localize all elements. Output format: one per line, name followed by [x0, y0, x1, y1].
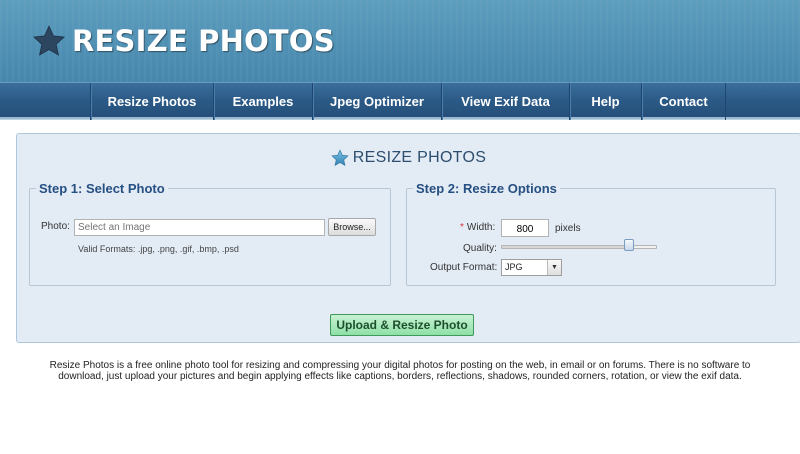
- nav-item-jpeg-optimizer[interactable]: Jpeg Optimizer: [312, 83, 441, 120]
- output-format-label: Output Format:: [430, 262, 498, 273]
- nav-item-resize-photos[interactable]: Resize Photos: [90, 83, 213, 120]
- output-format-value: JPG: [505, 262, 523, 272]
- upload-resize-button[interactable]: Upload & Resize Photo: [330, 314, 474, 336]
- step2-legend: Step 2: Resize Options: [416, 181, 557, 196]
- step1-fieldset: Step 1: Select Photo Photo: Browse... Va…: [29, 181, 391, 286]
- nav-item-contact[interactable]: Contact: [641, 83, 726, 120]
- star-icon: [32, 25, 66, 56]
- main-nav: Resize Photos Examples Jpeg Optimizer Vi…: [0, 82, 800, 120]
- step1-legend: Step 1: Select Photo: [39, 181, 165, 196]
- panel-title: RESIZE PHOTOS: [17, 149, 800, 167]
- browse-button[interactable]: Browse...: [328, 218, 376, 236]
- quality-slider-fill: [502, 246, 629, 248]
- output-format-select[interactable]: JPG ▼: [501, 259, 562, 276]
- site-logo[interactable]: RESIZE PHOTOS: [32, 21, 335, 61]
- width-label-wrap: * Width:: [460, 222, 495, 233]
- required-marker: *: [460, 222, 464, 233]
- logo-text: RESIZE PHOTOS: [72, 24, 335, 58]
- nav-item-view-exif-data[interactable]: View Exif Data: [441, 83, 569, 120]
- width-label: Width:: [466, 222, 496, 233]
- site-description: Resize Photos is a free online photo too…: [49, 360, 751, 382]
- site-header: RESIZE PHOTOS Resize Photos Examples Jpe…: [0, 0, 800, 120]
- nav-item-help[interactable]: Help: [569, 83, 641, 120]
- panel-title-text: RESIZE PHOTOS: [352, 149, 487, 166]
- resize-panel: RESIZE PHOTOS Step 1: Select Photo Photo…: [16, 133, 800, 343]
- nav-item-examples[interactable]: Examples: [213, 83, 312, 120]
- step2-fieldset: Step 2: Resize Options *Width: pixels Qu…: [406, 181, 776, 286]
- photo-file-input[interactable]: [74, 219, 325, 236]
- quality-slider-handle[interactable]: [623, 239, 634, 251]
- width-input[interactable]: [501, 219, 549, 237]
- quality-label: Quality:: [463, 243, 497, 254]
- valid-formats-text: Valid Formats: .jpg, .png, .gif, .bmp, .…: [78, 244, 239, 254]
- photo-label: Photo:: [41, 221, 70, 232]
- chevron-down-icon: ▼: [547, 260, 561, 275]
- width-unit: pixels: [555, 223, 581, 234]
- star-icon: [331, 149, 349, 166]
